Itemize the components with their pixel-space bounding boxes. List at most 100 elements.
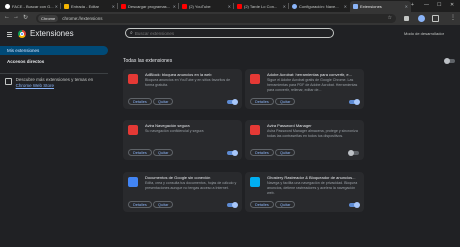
extensions-puzzle-icon[interactable] <box>404 16 409 21</box>
details-button[interactable]: Detalles <box>250 149 274 156</box>
search-input[interactable] <box>134 30 315 36</box>
youtube-icon <box>182 4 187 9</box>
maximize-icon[interactable]: ☐ <box>437 2 441 8</box>
extension-description: Su navegación confidencial y segura <box>145 129 204 133</box>
extension-card: Avira Navegación segura Su navegación co… <box>123 120 242 160</box>
youtube-icon <box>237 4 242 9</box>
extension-icon <box>128 177 138 187</box>
remove-button[interactable]: Quitar <box>275 98 296 105</box>
tab-label: Configuración: Nave... <box>299 4 339 9</box>
extension-name: Avira Password Manager <box>267 123 312 128</box>
webstore-promo: Descubre más extensiones y temas en Chro… <box>5 77 105 89</box>
extension-card: Ghostery Rastreador & Bloqueador de anun… <box>245 172 364 212</box>
extension-description: Sigue el Adobe Acrobat gratis de Google … <box>267 78 358 92</box>
tab-label: (2) YouTube <box>189 4 211 9</box>
extension-description: Bloquea anuncios en YouTube y en sitios … <box>145 78 231 87</box>
tab-6[interactable]: Configuración: Nave... ✕ <box>289 1 350 12</box>
menu-kebab-icon[interactable]: ⋮ <box>450 14 456 21</box>
close-icon[interactable]: ✕ <box>55 4 58 9</box>
sidebar-item-shortcuts[interactable]: Accesos directos <box>0 57 108 66</box>
forward-icon[interactable]: → <box>13 14 19 20</box>
section-title: Todas las extensiones <box>123 58 173 64</box>
devmode-label: Modo de desarrollador <box>404 31 445 36</box>
bookmark-star-icon[interactable]: ☆ <box>388 15 392 21</box>
blogger-icon <box>64 4 69 9</box>
extension-icon <box>128 125 138 135</box>
remove-button[interactable]: Quitar <box>275 201 296 208</box>
devmode-toggle[interactable] <box>444 58 455 64</box>
extension-name: Avira Navegación segura <box>145 123 190 128</box>
tab-5[interactable]: (2) Tarde Lo Con... ✕ <box>234 1 289 12</box>
tab-extensions[interactable]: Extensiones ✕ <box>350 1 411 12</box>
sidepanel-icon[interactable] <box>432 15 439 22</box>
details-button[interactable]: Detalles <box>128 98 152 105</box>
remove-button[interactable]: Quitar <box>153 149 174 156</box>
details-button[interactable]: Detalles <box>250 98 274 105</box>
close-icon[interactable]: ✕ <box>228 4 231 9</box>
extension-description: Edita, crea y consulta tus documentos, h… <box>145 181 237 190</box>
extension-description: Avira Password Manager almacena, protege… <box>267 129 358 138</box>
tab-1[interactable]: FACE - Buscar con G... ✕ <box>2 1 61 12</box>
profile-avatar-icon[interactable] <box>418 15 425 22</box>
store-icon <box>5 78 12 85</box>
close-icon[interactable]: ✕ <box>283 4 286 9</box>
site-icon <box>121 4 126 9</box>
extension-name: Documentos de Google sin conexión <box>145 175 211 180</box>
enable-toggle[interactable] <box>349 202 360 208</box>
tab-label: Entrada - Editar <box>71 4 100 9</box>
extension-card: Adobe Acrobat: herramientas para convert… <box>245 69 364 109</box>
enable-toggle[interactable] <box>227 150 238 156</box>
sidebar-divider <box>0 73 108 74</box>
extension-card: Avira Password Manager Avira Password Ma… <box>245 120 364 160</box>
tab-label: Descargar programas... <box>128 4 171 9</box>
extension-card: AdBlock: bloquea anuncios en la web Bloq… <box>123 69 242 109</box>
remove-button[interactable]: Quitar <box>153 201 174 208</box>
sidebar-item-my-extensions[interactable]: Mis extensiones <box>0 46 108 55</box>
settings-icon <box>292 4 297 9</box>
extension-icon <box>250 125 260 135</box>
window-close-icon[interactable]: ✕ <box>450 2 454 8</box>
search-extensions[interactable]: ⌕ <box>125 28 334 38</box>
extension-name: Ghostery Rastreador & Bloqueador de anun… <box>267 175 356 180</box>
tab-label: (2) Tarde Lo Con... <box>244 4 278 9</box>
enable-toggle[interactable] <box>227 202 238 208</box>
toolbar: ← → ↻ Chrome chrome://extensions ☆ ⋮ <box>0 12 460 25</box>
remove-button[interactable]: Quitar <box>275 149 296 156</box>
remove-button[interactable]: Quitar <box>153 98 174 105</box>
tab-4[interactable]: (2) YouTube ✕ <box>179 1 234 12</box>
details-button[interactable]: Detalles <box>128 149 152 156</box>
enable-toggle[interactable] <box>349 99 360 105</box>
extension-icon <box>250 177 260 187</box>
minimize-icon[interactable]: — <box>424 2 429 8</box>
webstore-link[interactable]: Chrome Web Store <box>16 83 54 88</box>
tab-3[interactable]: Descargar programas... ✕ <box>118 1 179 12</box>
tab-label: FACE - Buscar con G... <box>12 4 54 9</box>
hamburger-menu-icon[interactable] <box>7 32 12 38</box>
close-icon[interactable]: ✕ <box>173 4 176 9</box>
sidebar-item-label: Mis extensiones <box>7 48 40 53</box>
url-text: chrome://extensions <box>62 16 103 21</box>
reload-icon[interactable]: ↻ <box>23 14 28 21</box>
enable-toggle[interactable] <box>348 150 359 156</box>
close-icon[interactable]: ✕ <box>112 4 115 9</box>
new-tab-icon[interactable]: + <box>411 2 414 8</box>
address-bar[interactable]: Chrome chrome://extensions ☆ <box>36 14 396 23</box>
puzzle-icon <box>353 4 358 9</box>
chrome-chip[interactable]: Chrome <box>38 15 59 22</box>
details-button[interactable]: Detalles <box>128 201 152 208</box>
chrome-logo-icon <box>18 30 26 38</box>
close-icon[interactable]: ✕ <box>344 4 347 9</box>
tab-2[interactable]: Entrada - Editar ✕ <box>61 1 118 12</box>
back-icon[interactable]: ← <box>4 14 10 20</box>
page-title: Extensiones <box>30 29 74 38</box>
extension-icon <box>250 74 260 84</box>
sidebar-item-label: Accesos directos <box>7 59 45 64</box>
tab-strip: FACE - Buscar con G... ✕ Entrada - Edita… <box>0 0 460 12</box>
google-icon <box>5 4 10 9</box>
webstore-promo-text: Descubre más extensiones y temas en <box>15 77 94 82</box>
close-icon[interactable]: ✕ <box>405 4 408 9</box>
enable-toggle[interactable] <box>227 99 238 105</box>
extension-icon <box>128 74 138 84</box>
details-button[interactable]: Detalles <box>250 201 274 208</box>
page-header: Extensiones ⌕ Modo de desarrollador <box>0 25 460 64</box>
